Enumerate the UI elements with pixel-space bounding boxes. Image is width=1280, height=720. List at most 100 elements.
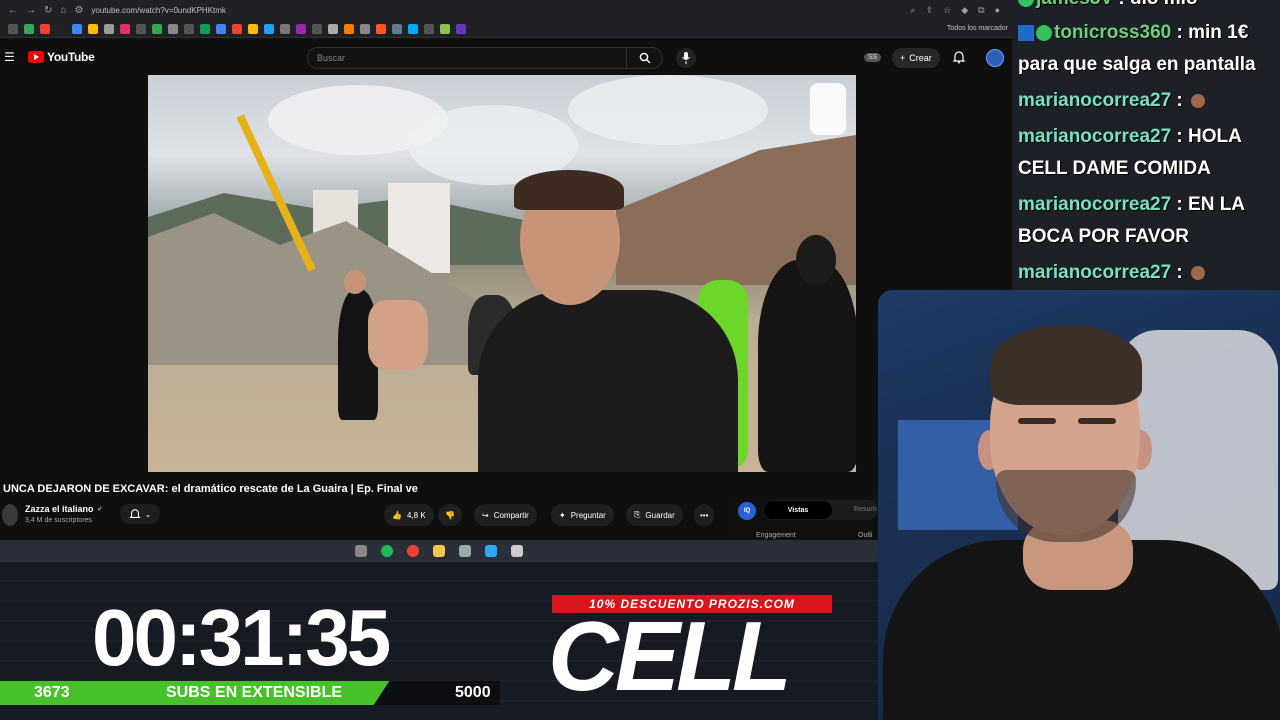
chat-message: james3V : dio mio	[1018, 0, 1198, 10]
spotify-icon[interactable]	[381, 545, 393, 557]
url-text[interactable]: youtube.com/watch?v=0undKPHKtmk	[91, 6, 226, 15]
webcam-scene	[1018, 418, 1056, 424]
bookmark-icon[interactable]	[408, 23, 418, 34]
chat-badge-icon	[1036, 24, 1052, 41]
files-icon[interactable]	[433, 545, 445, 557]
bookmark-icon[interactable]	[104, 23, 114, 34]
site-info-icon[interactable]: ⚙	[74, 5, 83, 16]
bookmark-icon[interactable]	[72, 23, 82, 34]
ss-badge[interactable]: SS	[864, 53, 882, 62]
video-scene	[514, 170, 624, 210]
search-input[interactable]: Buscar	[308, 53, 626, 63]
chat-badge-icon	[1018, 24, 1034, 41]
search-icon	[639, 52, 650, 64]
share-button[interactable]: ↪ Compartir	[474, 504, 537, 526]
bookmark-icon[interactable]	[280, 23, 290, 34]
bookmark-icon[interactable]	[344, 23, 354, 34]
bookmark-icon[interactable]	[184, 23, 194, 34]
video-player[interactable]	[148, 75, 856, 472]
bookmark-icon[interactable]	[248, 23, 258, 34]
home-icon[interactable]: ⌂	[60, 5, 66, 16]
bookmark-icon[interactable]	[328, 23, 338, 34]
profile-icon[interactable]: ●	[995, 5, 1000, 16]
channel-name[interactable]: Zazza el italiano	[25, 504, 94, 514]
mic-button[interactable]	[676, 48, 696, 68]
save-icon: ⎘	[634, 510, 641, 519]
app-icon[interactable]	[459, 545, 471, 557]
ask-label: Preguntar	[570, 510, 606, 520]
extensions-icon[interactable]: ⧉	[978, 5, 984, 16]
chat-username[interactable]: marianocorrea27	[1018, 194, 1176, 215]
subscribe-bell-button[interactable]: ⌄	[120, 504, 160, 524]
search-button[interactable]	[626, 48, 662, 68]
reload-icon[interactable]: ↻	[44, 5, 52, 16]
tab-resumen[interactable]: Resum	[854, 506, 876, 513]
bookmark-icon[interactable]	[296, 23, 306, 34]
chat-username[interactable]: marianocorrea27	[1018, 90, 1176, 111]
bookmark-icon[interactable]	[88, 23, 98, 34]
notifications-button[interactable]	[952, 50, 966, 69]
webcam-scene	[1078, 418, 1116, 424]
bookmark-icon[interactable]	[232, 23, 242, 34]
tab-vistas[interactable]: Vistas	[764, 501, 832, 519]
bookmark-icon[interactable]	[152, 23, 162, 34]
analytics-panel: IQ Vistas Resum Engagement Outli	[728, 494, 878, 544]
back-icon[interactable]: ←	[8, 5, 18, 16]
bookmark-icon[interactable]	[136, 23, 146, 34]
channel-avatar[interactable]	[2, 504, 18, 526]
forward-icon[interactable]: →	[26, 5, 36, 16]
bookmark-star-icon[interactable]: ☆	[943, 5, 951, 16]
bookmark-icon[interactable]	[376, 23, 386, 34]
bookmark-icon[interactable]	[440, 23, 450, 34]
share-page-icon[interactable]: ⇪	[926, 5, 934, 16]
bookmark-icon[interactable]	[120, 23, 130, 34]
bookmark-icon[interactable]	[8, 23, 18, 34]
chat-text: :	[1176, 90, 1183, 111]
chat-text: : HOLA	[1176, 126, 1242, 147]
create-button[interactable]: + Crear	[892, 48, 940, 68]
menu-icon[interactable]: ☰	[4, 50, 15, 64]
bookmark-icon[interactable]	[56, 23, 66, 34]
avatar[interactable]	[986, 49, 1004, 67]
obs-icon[interactable]	[511, 545, 523, 557]
subs-current: 3673	[34, 684, 70, 701]
chat-username[interactable]: tonicross360	[1054, 22, 1177, 43]
like-button[interactable]: 👍 4,8 K	[384, 504, 434, 526]
iq-icon[interactable]: IQ	[738, 502, 756, 520]
bookmark-icon[interactable]	[456, 23, 466, 34]
bookmark-icon[interactable]	[40, 23, 50, 34]
dislike-button[interactable]: 👎	[438, 504, 462, 526]
ask-button[interactable]: ✦ Preguntar	[551, 504, 614, 526]
chat-message: tonicross360 : min 1€	[1018, 22, 1248, 44]
stream-timer: 00:31:35	[92, 593, 391, 682]
bookmark-icon[interactable]	[424, 23, 434, 34]
photoshop-icon[interactable]	[485, 545, 497, 557]
all-bookmarks[interactable]: Todos los marcador	[947, 25, 1012, 32]
chat-username[interactable]: marianocorrea27	[1018, 262, 1176, 283]
more-actions-button[interactable]: •••	[694, 504, 715, 526]
save-button[interactable]: ⎘ Guardar	[626, 504, 683, 526]
bookmark-icon[interactable]	[24, 23, 34, 34]
bookmark-icon[interactable]	[216, 23, 226, 34]
chrome-icon[interactable]	[407, 545, 419, 557]
chat-text: para que salga en pantalla	[1018, 54, 1256, 75]
chat-username[interactable]: james3V	[1036, 0, 1118, 9]
bookmark-icon[interactable]	[200, 23, 210, 34]
zoom-icon[interactable]: ⌕	[911, 5, 916, 16]
settings-icon[interactable]	[355, 545, 367, 557]
bookmark-icon[interactable]	[168, 23, 178, 34]
bookmark-icon[interactable]	[264, 23, 274, 34]
bookmark-icon[interactable]	[360, 23, 370, 34]
save-label: Guardar	[645, 510, 675, 520]
subs-label: SUBS EN EXTENSIBLE	[166, 684, 343, 701]
thumbs-up-icon: 👍	[392, 510, 402, 520]
chat-username[interactable]: marianocorrea27	[1018, 126, 1176, 147]
share-label: Compartir	[493, 510, 529, 520]
extension-icon[interactable]: ◆	[961, 5, 968, 16]
chat-text: BOCA POR FAVOR	[1018, 226, 1190, 247]
stream-screen: ← → ↻ ⌂ ⚙ youtube.com/watch?v=0undKPHKtm…	[0, 0, 1280, 720]
bookmark-icon[interactable]	[392, 23, 402, 34]
youtube-logo[interactable]: YouTube	[28, 50, 95, 64]
bookmark-icon[interactable]	[312, 23, 322, 34]
thumbs-down-icon: 👎	[445, 510, 455, 520]
